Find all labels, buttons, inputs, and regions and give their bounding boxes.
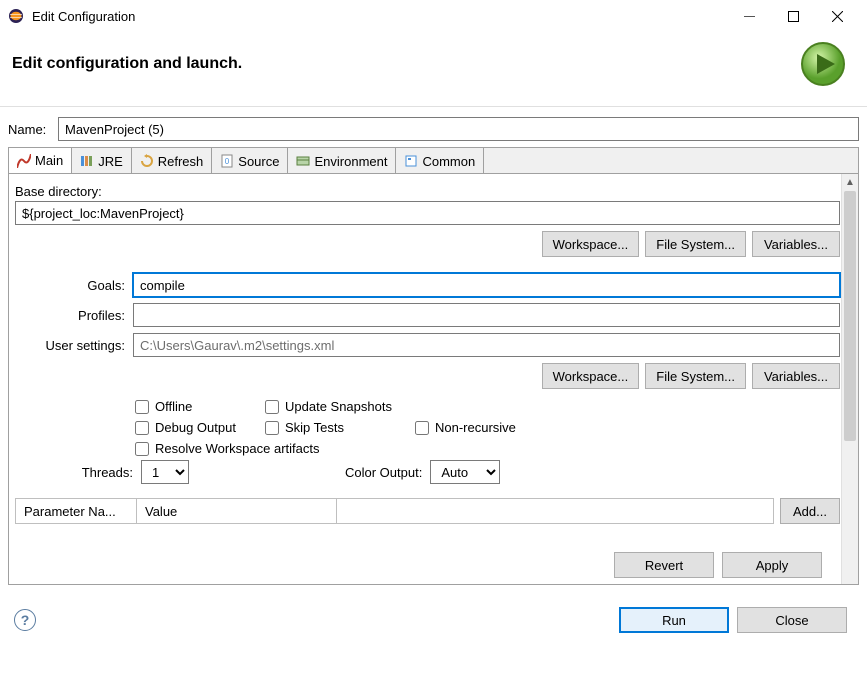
param-name-header[interactable]: Parameter Na... <box>15 498 137 524</box>
param-value-header[interactable]: Value <box>137 498 337 524</box>
maven-icon <box>17 154 31 168</box>
param-empty-cell <box>337 498 774 524</box>
name-input[interactable] <box>58 117 859 141</box>
run-icon <box>799 40 847 88</box>
base-variables-button[interactable]: Variables... <box>752 231 840 257</box>
run-button[interactable]: Run <box>619 607 729 633</box>
tab-bar: Main JRE Refresh 0 Source Environment Co… <box>9 148 858 174</box>
page-title: Edit configuration and launch. <box>12 55 242 73</box>
settings-variables-button[interactable]: Variables... <box>752 363 840 389</box>
skip-tests-checkbox[interactable]: Skip Tests <box>265 420 415 435</box>
base-workspace-button[interactable]: Workspace... <box>542 231 640 257</box>
environment-icon <box>296 154 310 168</box>
name-label: Name: <box>8 122 52 137</box>
non-recursive-checkbox[interactable]: Non-recursive <box>415 420 555 435</box>
source-icon: 0 <box>220 154 234 168</box>
goals-input[interactable] <box>133 273 840 297</box>
scrollbar-thumb[interactable] <box>844 191 856 441</box>
user-settings-input[interactable] <box>133 333 840 357</box>
vertical-scrollbar[interactable]: ▲ <box>841 174 858 584</box>
profiles-label: Profiles: <box>15 308 125 323</box>
base-filesystem-button[interactable]: File System... <box>645 231 746 257</box>
goals-label: Goals: <box>15 278 125 293</box>
minimize-button[interactable] <box>727 2 771 30</box>
settings-workspace-button[interactable]: Workspace... <box>542 363 640 389</box>
tab-common[interactable]: Common <box>396 148 484 174</box>
maximize-button[interactable] <box>771 2 815 30</box>
threads-select[interactable]: 1 <box>141 460 189 484</box>
profiles-input[interactable] <box>133 303 840 327</box>
threads-label: Threads: <box>75 465 133 480</box>
update-snapshots-checkbox[interactable]: Update Snapshots <box>265 399 415 414</box>
color-output-label: Color Output: <box>345 465 422 480</box>
settings-filesystem-button[interactable]: File System... <box>645 363 746 389</box>
help-icon[interactable]: ? <box>14 609 36 631</box>
offline-checkbox[interactable]: Offline <box>135 399 265 414</box>
eclipse-icon <box>8 8 24 24</box>
revert-button[interactable]: Revert <box>614 552 714 578</box>
user-settings-label: User settings: <box>15 338 125 353</box>
base-directory-input[interactable] <box>15 201 840 225</box>
apply-button[interactable]: Apply <box>722 552 822 578</box>
base-directory-label: Base directory: <box>15 184 840 199</box>
tab-refresh[interactable]: Refresh <box>132 148 213 174</box>
tab-jre[interactable]: JRE <box>72 148 132 174</box>
common-icon <box>404 154 418 168</box>
tab-source[interactable]: 0 Source <box>212 148 288 174</box>
svg-text:0: 0 <box>225 157 230 166</box>
resolve-workspace-checkbox[interactable]: Resolve Workspace artifacts <box>135 441 555 456</box>
scroll-up-icon[interactable]: ▲ <box>842 174 858 191</box>
param-add-button[interactable]: Add... <box>780 498 840 524</box>
tab-main[interactable]: Main <box>9 148 72 174</box>
tab-environment[interactable]: Environment <box>288 148 396 174</box>
debug-output-checkbox[interactable]: Debug Output <box>135 420 265 435</box>
refresh-icon <box>140 154 154 168</box>
window-title: Edit Configuration <box>32 9 727 24</box>
color-output-select[interactable]: Auto <box>430 460 500 484</box>
library-icon <box>80 154 94 168</box>
close-button[interactable] <box>815 2 859 30</box>
close-dialog-button[interactable]: Close <box>737 607 847 633</box>
